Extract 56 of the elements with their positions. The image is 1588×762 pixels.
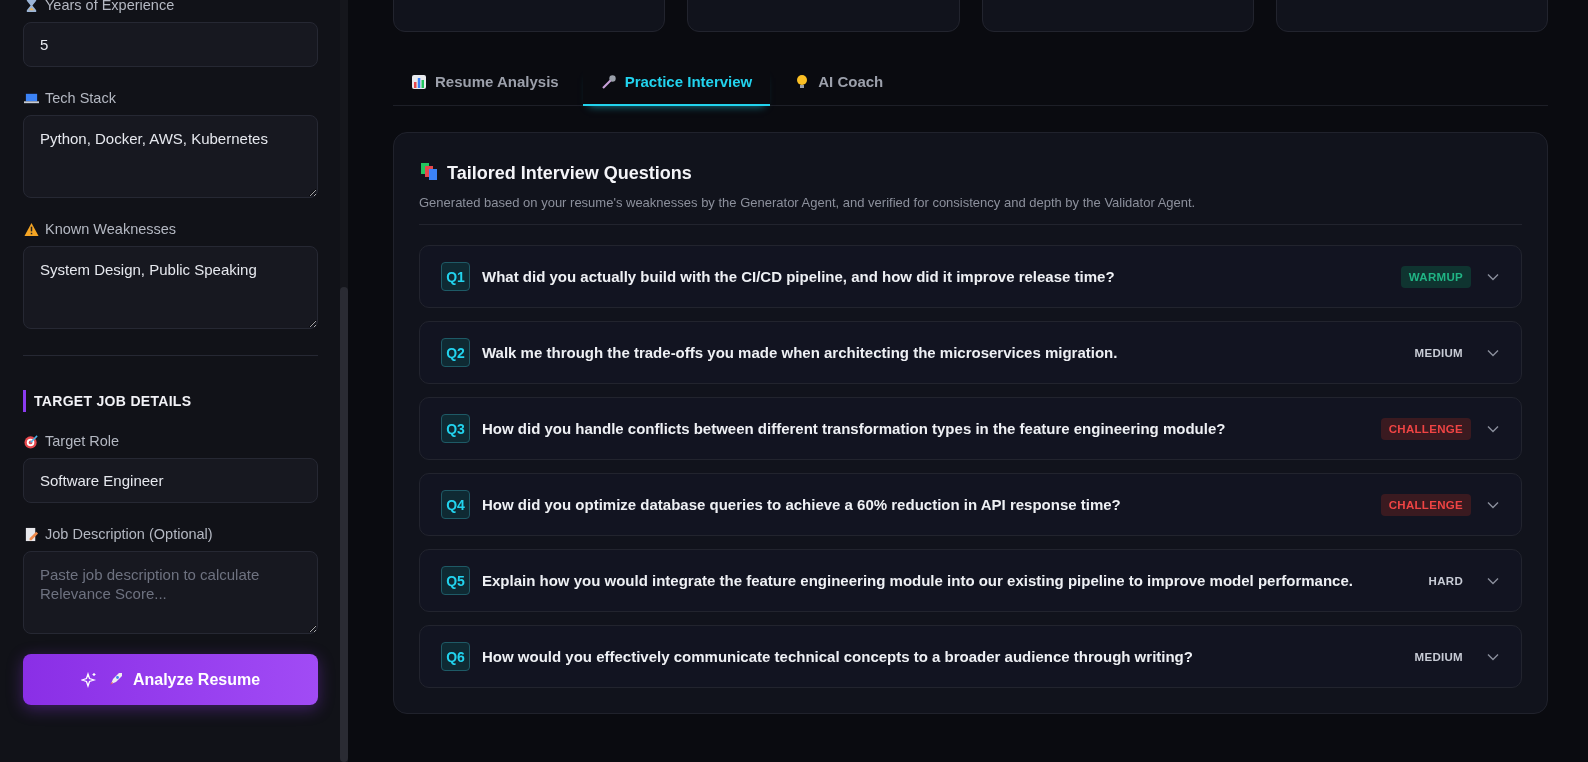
difficulty-badge: WARMUP [1400, 265, 1471, 288]
text-area[interactable]: System Design, Public Speaking [23, 246, 318, 329]
question-row[interactable]: Q6 How would you effectively communicate technical concepts to a broader audience through writing? MEDIUM [419, 625, 1522, 688]
chevron-icon[interactable] [1487, 652, 1499, 661]
question-row[interactable]: Q4 How did you optimize database queries to achieve a 60% reduction in API response time? CHALLENGE [419, 473, 1522, 536]
question-text: How would you effectively communicate technical concepts to a broader audience through writing? [482, 648, 1194, 665]
section-title: TARGET JOB DETAILS [23, 390, 317, 412]
question-number: Q5 [441, 566, 470, 595]
question-number: Q3 [441, 414, 470, 443]
sparkles-icon [80, 671, 97, 688]
difficulty-badge: CHALLENGE [1380, 417, 1471, 440]
warning-icon [24, 221, 39, 237]
field-label: Tech Stack [45, 90, 116, 106]
bar-chart-icon [411, 73, 427, 90]
question-text: How did you optimize database queries to achieve a 60% reduction in API response time? [482, 496, 1122, 513]
analyze-resume-button[interactable]: Analyze Resume [23, 654, 318, 705]
text-area[interactable]: Paste job description to calculate Relevance Score... [23, 551, 318, 634]
text-input[interactable]: Software Engineer [23, 458, 318, 503]
chevron-icon[interactable] [1487, 500, 1499, 509]
memo-icon [24, 526, 39, 542]
panel-title: Tailored Interview Questions [447, 162, 692, 184]
field-label: Target Role [45, 433, 120, 449]
question-row[interactable]: Q1 What did you actually build with the CI/CD pipeline, and how did it improve release time? WARMUP [419, 245, 1522, 308]
question-number: Q2 [441, 338, 470, 367]
question-text: Walk me through the trade-offs you made when architecting the microservices migration. [482, 344, 1119, 361]
chevron-icon[interactable] [1487, 424, 1499, 433]
difficulty-badge: CHALLENGE [1380, 493, 1471, 516]
field-label: Job Description (Optional) [45, 526, 213, 542]
question-number: Q6 [441, 642, 470, 671]
tab[interactable]: Resume Analysis [393, 66, 577, 106]
difficulty-label: HARD [1427, 573, 1464, 589]
question-text: How did you handle conflicts between different transformation types in the feature engineering module? [482, 420, 1227, 437]
field-label: Years of Experience [45, 0, 175, 13]
question-text: What did you actually build with the CI/CD pipeline, and how did it improve release time? [482, 268, 1116, 285]
text-area[interactable]: Python, Docker, AWS, Kubernetes [23, 115, 318, 198]
tab[interactable]: AI Coach [776, 66, 902, 106]
tab[interactable]: Practice Interview [582, 66, 771, 106]
field-label: Known Weaknesses [45, 221, 177, 237]
question-row[interactable]: Q3 How did you handle conflicts between different transformation types in the feature engineering module? CHALLENGE [419, 397, 1522, 460]
chevron-icon[interactable] [1487, 348, 1499, 357]
difficulty-label: MEDIUM [1413, 649, 1464, 665]
question-number: Q4 [441, 490, 470, 519]
microphone-icon [600, 73, 617, 90]
question-row[interactable]: Q5 Explain how you would integrate the feature engineering module into our existing pipeline to improve model performance. HARD [419, 549, 1522, 612]
target-icon [24, 433, 39, 449]
books-icon [419, 161, 439, 181]
question-text: Explain how you would integrate the feature engineering module into our existing pipeline to improve model performance. [482, 572, 1354, 589]
text-input[interactable]: 5 [23, 22, 318, 67]
hourglass-icon [24, 0, 39, 13]
chevron-icon[interactable] [1487, 272, 1499, 281]
question-number: Q1 [441, 262, 470, 291]
scrollbar[interactable] [340, 0, 348, 762]
chevron-icon[interactable] [1487, 576, 1499, 585]
question-row[interactable]: Q2 Walk me through the trade-offs you made when architecting the microservices migration. MEDIUM [419, 321, 1522, 384]
difficulty-label: MEDIUM [1413, 345, 1464, 361]
panel-subtitle: Generated based on your resume's weaknesses by the Generator Agent, and verified for consistency and depth by the Validator Agent. [419, 195, 1522, 225]
